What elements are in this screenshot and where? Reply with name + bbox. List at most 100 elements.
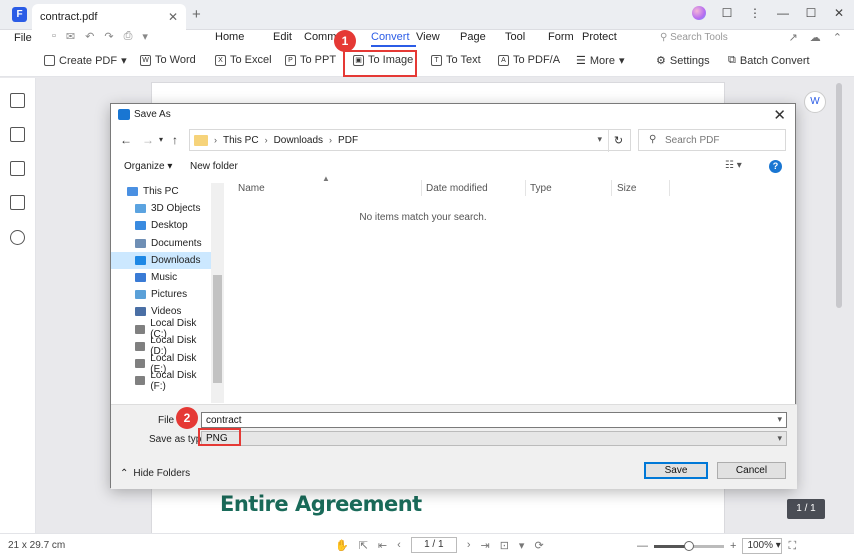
breadcrumb-downloads[interactable]: Downloads <box>274 135 323 146</box>
nav-item[interactable]: This PC <box>111 183 211 200</box>
column-divider[interactable] <box>525 180 526 196</box>
view-options-icon[interactable]: ☷ ▾ <box>725 160 742 171</box>
up-folder-icon[interactable]: ↑ <box>172 133 178 147</box>
recent-dropdown-icon[interactable]: ▾ <box>159 135 163 144</box>
maximize-button[interactable]: ☐ <box>804 6 818 20</box>
collapse-icon[interactable]: ⌃ <box>833 31 842 44</box>
file-name-input[interactable]: contract ▾ <box>201 412 787 428</box>
print-icon[interactable]: ⎙ <box>124 30 133 43</box>
navigation-scrollbar[interactable] <box>211 183 224 403</box>
breadcrumb-pdf[interactable]: PDF <box>338 135 358 146</box>
tab-form[interactable]: Form <box>548 31 582 47</box>
menu-icon[interactable]: ⋮ <box>748 6 762 20</box>
thumbnails-icon[interactable] <box>10 93 25 108</box>
search-tools[interactable]: ⚲ Search Tools <box>660 32 728 43</box>
close-tab-icon[interactable]: ✕ <box>168 10 178 24</box>
select-tool-icon[interactable]: ⇱ <box>359 539 368 552</box>
new-tab-button[interactable]: + <box>192 6 201 23</box>
hand-tool-icon[interactable]: ✋ <box>335 539 349 552</box>
tab-page[interactable]: Page <box>460 31 505 47</box>
nav-item[interactable]: Local Disk (E:) <box>111 353 211 375</box>
column-divider[interactable] <box>421 180 422 196</box>
attachment-icon[interactable] <box>10 195 25 210</box>
back-icon[interactable]: ← <box>120 133 132 147</box>
nav-item[interactable]: Documents <box>111 235 211 252</box>
feedback-icon[interactable]: ☐ <box>720 6 734 20</box>
save-icon[interactable]: ▫ <box>52 30 56 43</box>
cancel-button[interactable]: Cancel <box>717 462 786 479</box>
save-as-type-select[interactable]: PNG ▾ <box>201 431 787 446</box>
tab-tool[interactable]: Tool <box>505 31 548 47</box>
prev-page-icon[interactable]: ‹ <box>397 539 401 551</box>
save-button[interactable]: Save <box>644 462 708 479</box>
create-pdf-button[interactable]: Create PDF ▾ <box>44 54 127 67</box>
column-divider[interactable] <box>669 180 670 196</box>
share-icon[interactable]: ↗ <box>789 31 798 44</box>
dialog-close-button[interactable]: ✕ <box>773 106 786 124</box>
refresh-icon[interactable]: ↻ <box>608 130 628 152</box>
to-text-button[interactable]: T To Text <box>431 54 481 66</box>
column-type[interactable]: Type <box>530 183 552 194</box>
tab-view[interactable]: View <box>416 31 460 47</box>
to-pdfa-button[interactable]: A To PDF/A <box>498 54 560 66</box>
zoom-select[interactable]: 100% ▾ <box>742 538 783 554</box>
undo-icon[interactable]: ↶ <box>85 30 94 43</box>
fit-icon[interactable]: ⊡ <box>500 539 509 552</box>
ai-assistant-icon[interactable]: W <box>804 91 826 113</box>
chevron-down-icon[interactable]: ▾ <box>777 433 782 444</box>
chevron-down-icon[interactable]: ▾ <box>777 414 782 425</box>
column-name[interactable]: Name <box>238 183 265 194</box>
redo-icon[interactable]: ↷ <box>104 30 113 43</box>
tab-edit[interactable]: Edit <box>273 31 304 47</box>
to-word-button[interactable]: W To Word <box>140 54 196 66</box>
last-page-icon[interactable]: ⇥ <box>480 539 489 552</box>
zoom-in-icon[interactable]: + <box>730 540 736 552</box>
column-divider[interactable] <box>611 180 612 196</box>
nav-item[interactable]: 3D Objects <box>111 200 211 217</box>
to-excel-button[interactable]: X To Excel <box>215 54 272 66</box>
view-mode-icon[interactable]: ▾ <box>519 539 525 552</box>
more-button[interactable]: ☰ More ▾ <box>576 54 624 68</box>
nav-item[interactable]: Desktop <box>111 217 211 234</box>
tab-convert[interactable]: Convert <box>371 31 416 47</box>
cloud-icon[interactable]: ☁ <box>810 31 821 44</box>
bookmark-icon[interactable] <box>10 127 25 142</box>
column-date-modified[interactable]: Date modified <box>426 183 488 194</box>
batch-convert-button[interactable]: ⧉ Batch Convert <box>728 54 810 67</box>
help-icon[interactable]: ? <box>769 160 782 173</box>
tab-home[interactable]: Home <box>215 31 273 47</box>
address-dropdown-icon[interactable]: ▾ <box>597 134 602 145</box>
breadcrumb-this-pc[interactable]: This PC <box>223 135 259 146</box>
avatar[interactable] <box>692 6 706 20</box>
fullscreen-icon[interactable]: ⛶ <box>788 540 796 553</box>
comment-icon[interactable] <box>10 161 25 176</box>
zoom-slider-knob[interactable] <box>684 540 694 551</box>
nav-item[interactable]: Music <box>111 269 211 286</box>
zoom-out-icon[interactable]: — <box>637 540 648 552</box>
vertical-scrollbar[interactable] <box>836 83 842 308</box>
nav-item[interactable]: Local Disk (F:) <box>111 370 211 392</box>
minimize-button[interactable]: — <box>776 6 790 20</box>
nav-item[interactable]: Downloads <box>111 251 211 269</box>
document-tab[interactable]: contract.pdf ✕ <box>32 4 186 30</box>
forward-icon[interactable]: → <box>142 133 154 147</box>
close-window-button[interactable]: ✕ <box>832 6 846 20</box>
nav-item[interactable]: Videos <box>111 303 211 320</box>
email-icon[interactable]: ✉ <box>66 30 75 43</box>
column-size[interactable]: Size <box>617 183 636 194</box>
organize-button[interactable]: Organize ▾ <box>124 161 172 172</box>
rotate-icon[interactable]: ⟳ <box>534 539 543 552</box>
tab-protect[interactable]: Protect <box>582 31 626 47</box>
settings-button[interactable]: ⚙ Settings <box>656 54 710 68</box>
page-input[interactable]: 1 / 1 <box>410 537 457 553</box>
address-bar[interactable]: › This PC › Downloads › PDF ▾ ↻ <box>189 129 631 152</box>
search-input[interactable]: ⚲ Search PDF <box>638 129 786 151</box>
next-page-icon[interactable]: › <box>467 539 471 551</box>
navigation-scroll-thumb[interactable] <box>213 275 222 383</box>
zoom-slider[interactable] <box>654 540 724 551</box>
first-page-icon[interactable]: ⇤ <box>378 539 387 552</box>
nav-item[interactable]: Local Disk (C:) <box>111 318 211 340</box>
nav-item[interactable]: Local Disk (D:) <box>111 335 211 357</box>
to-ppt-button[interactable]: P To PPT <box>285 54 336 66</box>
nav-item[interactable]: Pictures <box>111 286 211 303</box>
